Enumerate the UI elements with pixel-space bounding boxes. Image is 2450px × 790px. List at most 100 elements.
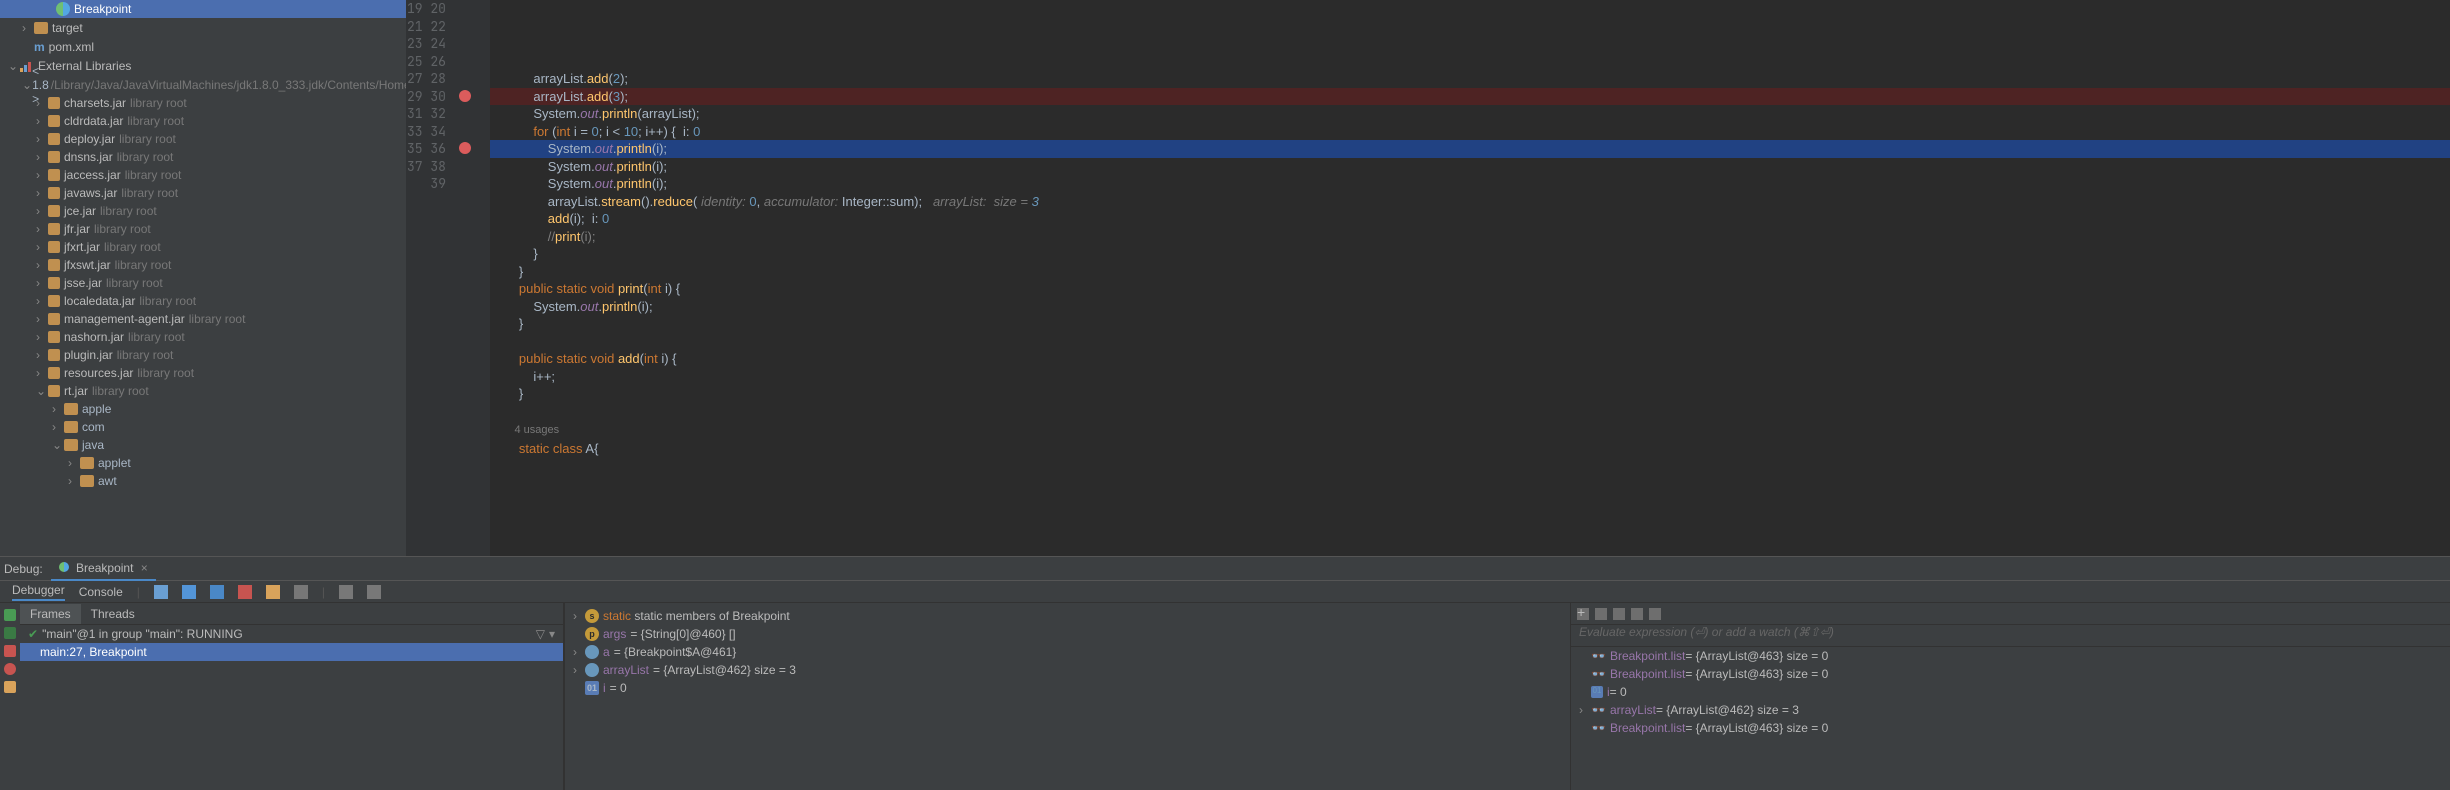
debug-tab-breakpoint[interactable]: Breakpoint × bbox=[51, 557, 156, 581]
tree-item-target[interactable]: › target bbox=[0, 18, 406, 37]
chevron-down-icon: ⌄ bbox=[22, 78, 32, 92]
remove-watch-icon[interactable] bbox=[1595, 608, 1607, 620]
tree-item-external-libraries[interactable]: ⌄ External Libraries bbox=[0, 56, 406, 75]
chevron-right-icon: › bbox=[36, 258, 48, 272]
step-over-icon[interactable] bbox=[182, 585, 196, 599]
breakpoint-icon[interactable] bbox=[459, 90, 471, 102]
stop-icon[interactable] bbox=[4, 645, 16, 657]
force-step-into-icon[interactable] bbox=[238, 585, 252, 599]
tree-item-jar[interactable]: ›plugin.jarlibrary root bbox=[0, 346, 406, 364]
watch-row[interactable]: 👓Breakpoint.list = {ArrayList@463} size … bbox=[1571, 719, 2450, 737]
tree-note: library root bbox=[189, 312, 246, 326]
code-area[interactable]: arrayList.add(2); arrayList.add(3); Syst… bbox=[490, 0, 2450, 556]
tree-note: library root bbox=[125, 168, 182, 182]
archive-icon bbox=[48, 241, 60, 253]
tree-note: library root bbox=[100, 204, 157, 218]
breakpoint-gutter[interactable] bbox=[456, 0, 476, 556]
chevron-down-icon: ⌄ bbox=[52, 438, 64, 452]
class-icon bbox=[56, 2, 70, 16]
tree-item-pom[interactable]: m pom.xml bbox=[0, 37, 406, 56]
mute-breakpoints-icon[interactable] bbox=[4, 681, 16, 693]
chevron-right-icon: › bbox=[36, 348, 48, 362]
folder-icon bbox=[34, 22, 48, 34]
watch-row[interactable]: 👓Breakpoint.list = {ArrayList@463} size … bbox=[1571, 647, 2450, 665]
archive-icon bbox=[48, 385, 60, 397]
tree-item-package[interactable]: ⌄java bbox=[0, 436, 406, 454]
chevron-right-icon: › bbox=[68, 474, 80, 488]
tree-item-jdk[interactable]: ⌄ < 1.8 > /Library/Java/JavaVirtualMachi… bbox=[0, 75, 406, 94]
move-down-icon[interactable] bbox=[1631, 608, 1643, 620]
package-icon bbox=[80, 457, 94, 469]
chevron-right-icon: › bbox=[573, 645, 585, 659]
tree-note: library root bbox=[92, 384, 149, 398]
tree-note: library root bbox=[115, 258, 172, 272]
archive-icon bbox=[48, 331, 60, 343]
evaluate-icon[interactable] bbox=[339, 585, 353, 599]
tree-item-jar[interactable]: ›jfr.jarlibrary root bbox=[0, 220, 406, 238]
tree-item-package[interactable]: ›apple bbox=[0, 400, 406, 418]
evaluate-expression-input[interactable]: Evaluate expression (⏎) or add a watch (… bbox=[1571, 625, 2450, 647]
copy-icon[interactable] bbox=[1649, 608, 1661, 620]
close-icon[interactable]: × bbox=[141, 561, 148, 575]
step-into-icon[interactable] bbox=[210, 585, 224, 599]
chevron-right-icon: › bbox=[36, 132, 48, 146]
tree-item-jar[interactable]: ›dnsns.jarlibrary root bbox=[0, 148, 406, 166]
tree-item-jar[interactable]: ›localedata.jarlibrary root bbox=[0, 292, 406, 310]
watch-row[interactable]: 01i = 0 bbox=[1571, 683, 2450, 701]
code-editor[interactable]: 19 20 21 22 23 24 25 26 27 28 29 30 31 3… bbox=[406, 0, 2450, 556]
tree-item-jar[interactable]: ›jaccess.jarlibrary root bbox=[0, 166, 406, 184]
var-a[interactable]: › a = {Breakpoint$A@461} bbox=[569, 643, 1566, 661]
filter-icon[interactable]: ▽ bbox=[536, 627, 545, 641]
tree-item-package[interactable]: ›com bbox=[0, 418, 406, 436]
var-value: = {ArrayList@462} size = 3 bbox=[653, 663, 796, 677]
tree-item-jar[interactable]: ›jfxrt.jarlibrary root bbox=[0, 238, 406, 256]
tree-item-jar[interactable]: ›jsse.jarlibrary root bbox=[0, 274, 406, 292]
add-watch-icon[interactable]: + bbox=[1577, 608, 1589, 620]
pause-icon[interactable] bbox=[4, 627, 16, 639]
var-arraylist[interactable]: › arrayList = {ArrayList@462} size = 3 bbox=[569, 661, 1566, 679]
chevron-right-icon: › bbox=[36, 366, 48, 380]
tree-item-jar[interactable]: ›javaws.jarlibrary root bbox=[0, 184, 406, 202]
step-out-icon[interactable] bbox=[266, 585, 280, 599]
frames-tab[interactable]: Frames bbox=[20, 604, 81, 624]
threads-tab[interactable]: Threads bbox=[81, 604, 145, 624]
package-icon bbox=[64, 439, 78, 451]
run-to-cursor-icon[interactable] bbox=[294, 585, 308, 599]
dropdown-icon[interactable]: ▾ bbox=[549, 627, 555, 641]
watch-row[interactable]: 👓Breakpoint.list = {ArrayList@463} size … bbox=[1571, 665, 2450, 683]
tree-item-jar[interactable]: ›resources.jarlibrary root bbox=[0, 364, 406, 382]
tree-item-jar[interactable]: ›jfxswt.jarlibrary root bbox=[0, 256, 406, 274]
console-subtab[interactable]: Console bbox=[79, 585, 123, 599]
chevron-right-icon: › bbox=[1579, 703, 1591, 717]
move-up-icon[interactable] bbox=[1613, 608, 1625, 620]
trace-icon[interactable] bbox=[367, 585, 381, 599]
debug-label: Debug: bbox=[4, 562, 43, 576]
debug-toolbar: Debugger Console | | bbox=[0, 581, 2450, 603]
tree-item-jar[interactable]: ›charsets.jarlibrary root bbox=[0, 94, 406, 112]
fold-gutter[interactable] bbox=[476, 0, 490, 556]
tree-item-package[interactable]: ›awt bbox=[0, 472, 406, 490]
stack-frame-row[interactable]: main:27, Breakpoint bbox=[20, 643, 563, 661]
breakpoint-icon[interactable] bbox=[459, 142, 471, 154]
chevron-right-icon: › bbox=[573, 663, 585, 677]
debugger-subtab[interactable]: Debugger bbox=[12, 583, 65, 601]
chevron-right-icon: › bbox=[36, 168, 48, 182]
tree-item-jar[interactable]: ›nashorn.jarlibrary root bbox=[0, 328, 406, 346]
tree-label: javaws.jar bbox=[64, 186, 117, 200]
tree-item-breakpoint-class[interactable]: Breakpoint bbox=[0, 0, 406, 18]
thread-dump-icon[interactable] bbox=[154, 585, 168, 599]
tree-item-jar[interactable]: ›deploy.jarlibrary root bbox=[0, 130, 406, 148]
var-static[interactable]: › s static static members of Breakpoint bbox=[569, 607, 1566, 625]
tree-item-jar[interactable]: ⌄rt.jarlibrary root bbox=[0, 382, 406, 400]
var-i[interactable]: 01 i = 0 bbox=[569, 679, 1566, 697]
thread-row[interactable]: ✔"main"@1 in group "main": RUNNING ▽▾ bbox=[20, 625, 563, 643]
tree-item-jar[interactable]: ›jce.jarlibrary root bbox=[0, 202, 406, 220]
debug-tab-bar: Debug: Breakpoint × bbox=[0, 557, 2450, 581]
watch-row[interactable]: ›👓arrayList = {ArrayList@462} size = 3 bbox=[1571, 701, 2450, 719]
resume-icon[interactable] bbox=[4, 609, 16, 621]
view-breakpoints-icon[interactable] bbox=[4, 663, 16, 675]
tree-item-package[interactable]: ›applet bbox=[0, 454, 406, 472]
tree-item-jar[interactable]: ›cldrdata.jarlibrary root bbox=[0, 112, 406, 130]
tree-item-jar[interactable]: ›management-agent.jarlibrary root bbox=[0, 310, 406, 328]
var-args[interactable]: p args = {String[0]@460} [] bbox=[569, 625, 1566, 643]
